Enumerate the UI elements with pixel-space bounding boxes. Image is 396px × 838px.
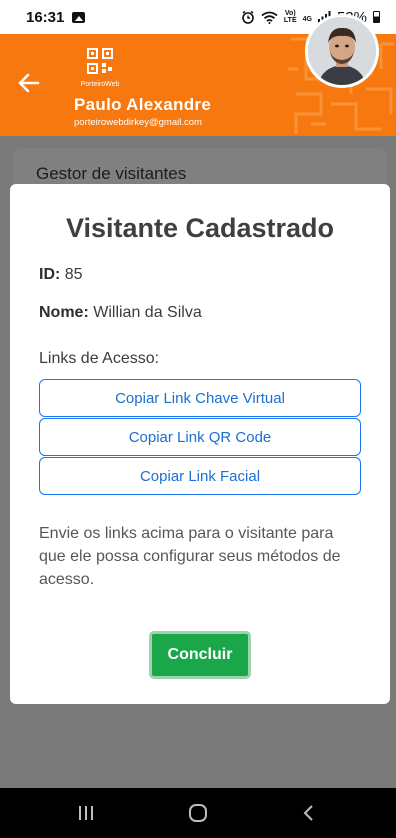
- qr-logo-icon: [87, 48, 113, 74]
- visitor-name-value: Willian da Silva: [93, 304, 202, 321]
- back-icon[interactable]: [296, 802, 322, 824]
- recent-apps-icon[interactable]: [73, 802, 99, 824]
- copy-qr-code-link-button[interactable]: Copiar Link QR Code: [39, 418, 361, 456]
- volte-label: Vo) LTE: [283, 10, 297, 24]
- copy-facial-link-button[interactable]: Copiar Link Facial: [39, 457, 361, 495]
- user-name: Paulo Alexandre: [74, 95, 212, 114]
- visitor-name-row: Nome: Willian da Silva: [39, 304, 202, 322]
- copy-virtual-key-link-button[interactable]: Copiar Link Chave Virtual: [39, 379, 361, 417]
- visitor-id-label: ID:: [39, 266, 61, 283]
- avatar[interactable]: [305, 14, 379, 88]
- logo-text: PorteiroWeb: [80, 81, 120, 88]
- alarm-icon: [242, 10, 254, 24]
- gallery-icon: [72, 11, 86, 23]
- visitor-manager-title: Gestor de visitantes: [36, 164, 187, 183]
- visitor-id-value: 85: [64, 266, 83, 283]
- battery-icon: [373, 11, 380, 23]
- app-logo: PorteiroWeb: [77, 48, 123, 88]
- done-button[interactable]: Concluir: [149, 631, 251, 679]
- back-arrow-icon[interactable]: [16, 70, 42, 96]
- wifi-icon: [261, 11, 278, 24]
- visitor-name-label: Nome:: [39, 304, 89, 321]
- status-time: 16:31: [26, 8, 65, 26]
- access-links-label: Links de Acesso:: [39, 350, 160, 367]
- system-nav-bar: [0, 788, 396, 838]
- visitor-id-row: ID: 85: [39, 266, 83, 284]
- home-icon[interactable]: [185, 802, 211, 824]
- avatar-image: [308, 17, 376, 85]
- visitor-registered-modal: Visitante Cadastrado ID: 85 Nome: Willia…: [10, 184, 390, 704]
- user-email: porteirowebdirkey@gmail.com: [74, 117, 202, 128]
- instructions-text: Envie os links acima para o visitante pa…: [39, 525, 341, 588]
- network-label: 4G: [302, 15, 312, 23]
- modal-title: Visitante Cadastrado: [65, 213, 335, 243]
